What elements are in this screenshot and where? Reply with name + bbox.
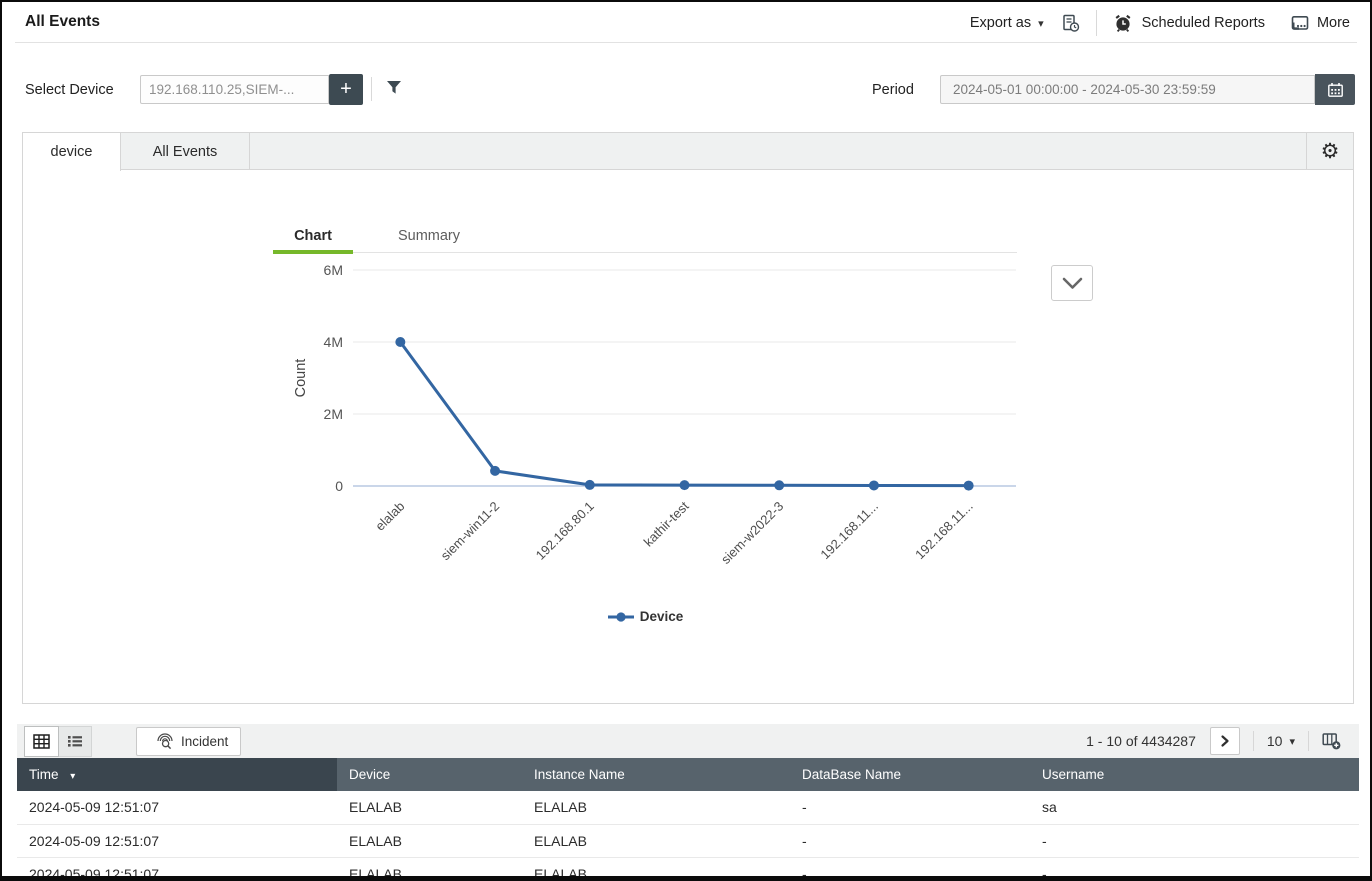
caret-down-icon: ▾ <box>1289 735 1295 748</box>
all-events-report-page: All Events Export as ▾ <box>0 0 1372 881</box>
table-toolbar: Incident 1 - 10 of 4434287 10 ▾ <box>17 724 1359 758</box>
active-tab-underline <box>273 250 353 254</box>
svg-text:2M: 2M <box>324 406 343 422</box>
svg-text:6M: 6M <box>324 262 343 278</box>
filter-funnel-icon[interactable] <box>386 80 402 95</box>
calendar-button[interactable] <box>1315 74 1355 105</box>
chevron-down-icon <box>1059 273 1086 293</box>
tab-summary[interactable]: Summary <box>383 218 475 253</box>
chart-widget: Chart Summary 6M 4M 2M 0 Count elalab siem-win… <box>273 218 1018 624</box>
add-column-icon <box>1322 732 1341 750</box>
calendar-icon <box>1327 82 1344 98</box>
pagination-range: 1 - 10 of 4434287 <box>1086 733 1196 749</box>
list-view-icon <box>67 734 83 748</box>
column-header-instance-name[interactable]: Instance Name <box>522 758 790 791</box>
svg-text:siem-w2022-3: siem-w2022-3 <box>718 499 786 567</box>
collapse-chart-button[interactable] <box>1051 265 1093 301</box>
console-window-icon <box>1291 14 1309 32</box>
legend-item-device[interactable]: Device <box>608 609 684 624</box>
header-divider <box>1096 10 1097 36</box>
grid-view-button[interactable] <box>25 727 58 756</box>
table-cell: ELALAB <box>337 791 522 824</box>
svg-text:192.168.11...: 192.168.11... <box>912 499 976 563</box>
filter-divider <box>371 77 372 101</box>
table-cell: ELALAB <box>522 824 790 857</box>
sort-desc-icon: ▾ <box>70 771 75 782</box>
table-cell: ELALAB <box>337 857 522 881</box>
table-cell: ELALAB <box>522 857 790 881</box>
report-panel: device All Events ⚙ Chart Summary <box>22 132 1354 704</box>
tab-device[interactable]: device <box>23 133 121 171</box>
period-label: Period <box>872 82 914 98</box>
next-page-button[interactable] <box>1210 727 1240 755</box>
column-header-database-name[interactable]: DataBase Name <box>790 758 1030 791</box>
column-header-time[interactable]: Time ▾ <box>17 758 337 791</box>
table-row[interactable]: 2024-05-09 12:51:07ELALABELALAB-sa <box>17 791 1359 824</box>
table-cell: - <box>790 824 1030 857</box>
legend-label: Device <box>640 609 684 624</box>
svg-text:0: 0 <box>335 478 343 494</box>
add-device-button[interactable]: + <box>329 74 363 105</box>
view-toggle-group <box>24 726 92 757</box>
export-as-label: Export as <box>970 15 1031 31</box>
legend-line-marker-icon <box>608 612 634 622</box>
svg-text:kathir-test: kathir-test <box>641 498 692 549</box>
svg-text:Count: Count <box>293 359 309 398</box>
incident-button[interactable]: Incident <box>136 727 241 756</box>
table-row[interactable]: 2024-05-09 12:51:07ELALABELALAB-- <box>17 857 1359 881</box>
table-cell: 2024-05-09 12:51:07 <box>17 824 337 857</box>
table-cell: ELALAB <box>337 824 522 857</box>
table-cell: 2024-05-09 12:51:07 <box>17 791 337 824</box>
table-header-row: Time ▾ Device Instance Name DataBase Nam… <box>17 758 1359 791</box>
svg-text:192.168.80.1: 192.168.80.1 <box>533 499 597 563</box>
list-view-button[interactable] <box>58 727 91 756</box>
page-size-dropdown[interactable]: 10 ▾ <box>1267 733 1295 749</box>
toolbar-divider <box>1308 731 1309 751</box>
column-header-username[interactable]: Username <box>1030 758 1359 791</box>
table-row[interactable]: 2024-05-09 12:51:07ELALABELALAB-- <box>17 824 1359 857</box>
tab-chart[interactable]: Chart <box>273 218 353 253</box>
export-as-menu[interactable]: Export as ▾ <box>970 15 1044 31</box>
report-tabbar: device All Events ⚙ <box>23 133 1353 170</box>
export-history-icon[interactable] <box>1061 14 1080 33</box>
select-device-input[interactable]: 192.168.110.25,SIEM-... <box>140 75 329 104</box>
more-menu[interactable]: More <box>1291 14 1350 32</box>
chart-view-tabs: Chart Summary <box>273 218 1018 253</box>
table-cell: - <box>790 857 1030 881</box>
column-header-device[interactable]: Device <box>337 758 522 791</box>
table-cell: ELALAB <box>522 791 790 824</box>
chart-legend: Device <box>273 609 1018 624</box>
page-title: All Events <box>25 13 100 31</box>
caret-down-icon: ▾ <box>1038 17 1044 30</box>
toolbar-divider <box>1253 731 1254 751</box>
table-cell: - <box>1030 857 1359 881</box>
events-table: Time ▾ Device Instance Name DataBase Nam… <box>17 758 1359 881</box>
alarm-clock-icon <box>1113 13 1133 33</box>
chevron-right-icon <box>1219 734 1231 748</box>
table-cell: 2024-05-09 12:51:07 <box>17 857 337 881</box>
scheduled-reports-button[interactable]: Scheduled Reports <box>1113 13 1265 33</box>
top-header: All Events Export as ▾ <box>2 2 1370 43</box>
grid-view-icon <box>33 734 50 749</box>
panel-settings-button[interactable]: ⚙ <box>1306 133 1353 170</box>
filter-row: Select Device 192.168.110.25,SIEM-... + … <box>2 68 1370 108</box>
table-cell: sa <box>1030 791 1359 824</box>
svg-text:4M: 4M <box>324 334 343 350</box>
scheduled-reports-label: Scheduled Reports <box>1142 15 1265 31</box>
incident-label: Incident <box>181 734 228 749</box>
more-label: More <box>1317 15 1350 31</box>
add-column-button[interactable] <box>1322 732 1341 750</box>
device-count-line-chart: 6M 4M 2M 0 Count elalab siem-win11-2 192.168.80… <box>273 253 1018 603</box>
table-cell: - <box>790 791 1030 824</box>
period-input[interactable]: 2024-05-01 00:00:00 - 2024-05-30 23:59:5… <box>940 75 1315 104</box>
select-device-label: Select Device <box>25 82 114 98</box>
svg-text:192.168.11...: 192.168.11... <box>817 499 881 563</box>
fingerprint-search-icon <box>156 733 174 750</box>
table-cell: - <box>1030 824 1359 857</box>
gear-icon: ⚙ <box>1321 141 1340 162</box>
tab-all-events[interactable]: All Events <box>121 133 250 170</box>
page-size-value: 10 <box>1267 733 1283 749</box>
svg-text:siem-win11-2: siem-win11-2 <box>438 499 503 564</box>
svg-text:elalab: elalab <box>372 499 407 534</box>
